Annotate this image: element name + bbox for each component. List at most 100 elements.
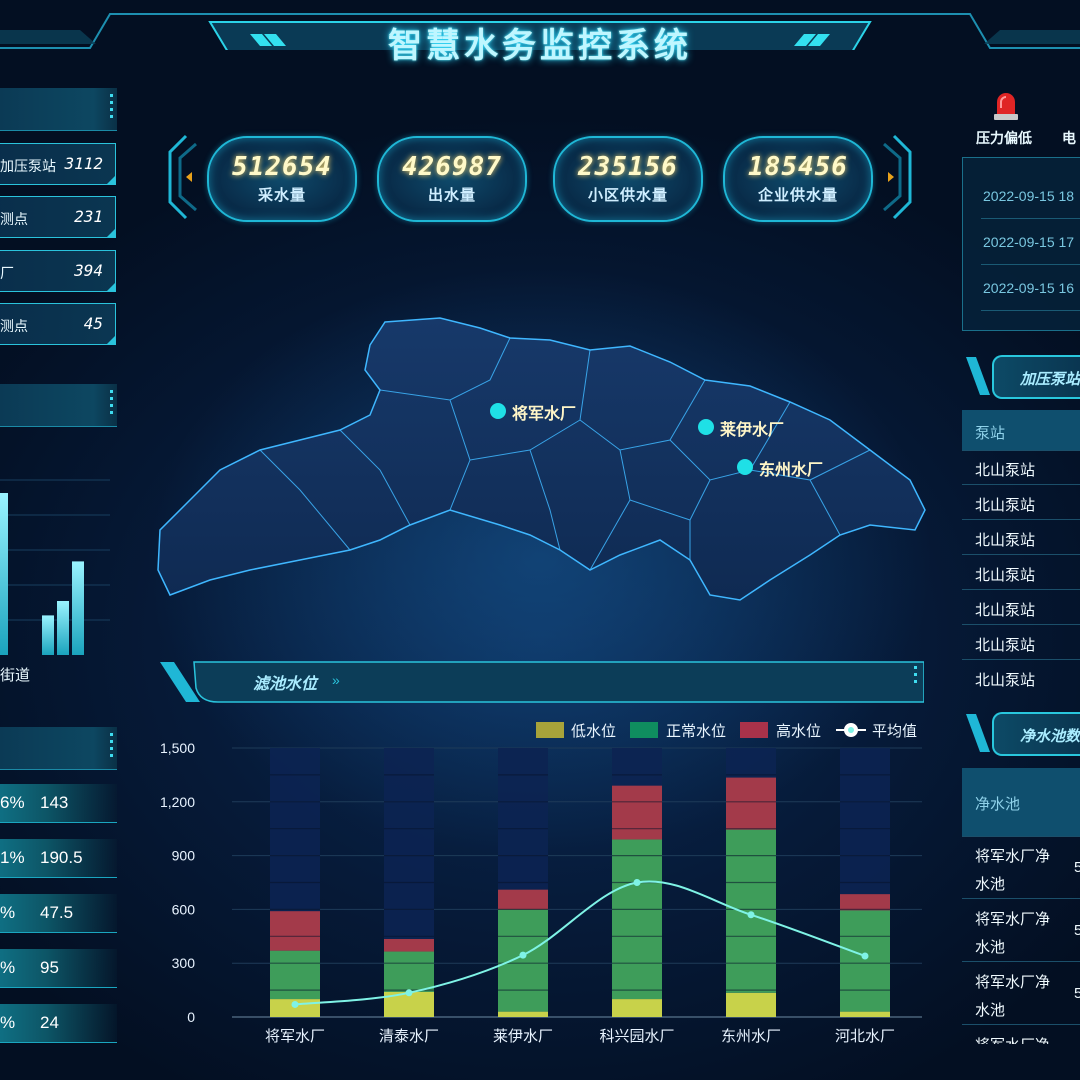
alarm-type-next[interactable]: 电 (1062, 128, 1076, 148)
pool-value: 5 (1074, 922, 1080, 939)
stats-next-button[interactable] (880, 132, 924, 222)
alarm-list[interactable]: 2022-09-15 18 2022-09-15 17 2022-09-15 1… (962, 157, 1080, 331)
bar-segment[interactable] (270, 950, 320, 1000)
bar-segment[interactable] (498, 909, 548, 1012)
y-tick-label: 300 (172, 955, 196, 971)
pool-name-line: 水池 (975, 1002, 1006, 1019)
table-row[interactable]: 将军水厂净 (962, 1025, 1080, 1044)
pool-panel-header: 净水池数 (962, 712, 1080, 756)
ratio-row[interactable]: % 95 (0, 949, 117, 988)
alarm-type-pressure-low[interactable]: 压力偏低 (976, 128, 1032, 148)
count-row[interactable]: 测点 231 (0, 196, 116, 238)
x-tick-label: 将军水厂 (265, 1028, 325, 1045)
bar-segment[interactable] (384, 951, 434, 992)
average-point[interactable] (633, 879, 641, 886)
count-row[interactable]: 测点 45 (0, 303, 116, 345)
ratio-pct: % (0, 1013, 16, 1032)
table-row[interactable]: 将军水厂净 水池 5 (962, 836, 1080, 899)
legend-label-low[interactable]: 低水位 (571, 720, 616, 741)
table-row[interactable]: 北山泵站 (962, 450, 1080, 485)
table-row[interactable]: 北山泵站 (962, 485, 1080, 520)
legend-label-avg[interactable]: 平均值 (872, 720, 917, 741)
corner-mark (107, 176, 115, 184)
stat-enterprise-supply: 185456 企业供水量 (723, 136, 873, 222)
corner-mark (107, 283, 115, 291)
y-tick-label: 900 (172, 848, 196, 864)
average-point[interactable] (747, 911, 755, 919)
average-line[interactable] (294, 880, 866, 1006)
bar-segment[interactable] (840, 1011, 890, 1017)
alarm-item[interactable]: 2022-09-15 18 (983, 188, 1074, 204)
x-tick-label: 河北水厂 (835, 1028, 895, 1045)
stat-intake-water: 512654 采水量 (207, 136, 357, 222)
bar-segment[interactable] (270, 911, 320, 951)
table-row[interactable]: 北山泵站 (962, 520, 1080, 555)
stats-prev-button[interactable] (156, 132, 200, 222)
pump-panel-header: 加压泵站 (962, 355, 1080, 399)
pool-name-line: 将军水厂净 (975, 911, 1051, 928)
table-row[interactable]: 北山泵站 (962, 660, 1080, 687)
ratio-row[interactable]: % 47.5 (0, 894, 117, 933)
bar-segment[interactable] (612, 999, 662, 1017)
bar-segment[interactable] (612, 785, 662, 840)
x-tick-label: 科兴园水厂 (599, 1028, 674, 1045)
count-row[interactable]: 厂 394 (0, 250, 116, 292)
average-point[interactable] (405, 989, 413, 997)
y-tick-label: 1,500 (160, 740, 195, 756)
divider (981, 218, 1080, 219)
bar-segment[interactable] (498, 1011, 548, 1017)
left-bar[interactable] (42, 615, 54, 655)
bar-segment[interactable] (384, 938, 434, 952)
left-bar[interactable] (72, 561, 84, 655)
bar-segment[interactable] (840, 894, 890, 911)
double-chevron-right-icon[interactable]: » (332, 672, 340, 688)
ratio-row[interactable]: % 24 (0, 1004, 117, 1043)
ratio-row[interactable]: 1% 190.5 (0, 839, 117, 878)
legend-swatch-normal (630, 722, 658, 738)
alarm-item[interactable]: 2022-09-15 16 (983, 280, 1074, 296)
pool-table[interactable]: 净水池 将军水厂净 水池 5 将军水厂净 水池 5 将军水厂净 水池 5 将军水… (962, 768, 1080, 1044)
pump-name: 北山泵站 (975, 532, 1036, 549)
x-tick-label: 莱伊水厂 (493, 1028, 553, 1045)
plant-marker-jiangjun[interactable] (490, 403, 506, 419)
y-tick-label: 1,200 (160, 794, 195, 810)
left-bar[interactable] (0, 493, 8, 655)
bar-segment[interactable] (726, 829, 776, 993)
legend-label-normal[interactable]: 正常水位 (666, 720, 726, 741)
water-level-chart[interactable]: 0 300 600 900 1,200 1,500 将军水厂 清泰水厂 莱伊水厂 科兴园水厂 东州水… (150, 740, 930, 1060)
table-row[interactable]: 北山泵站 (962, 555, 1080, 590)
pump-name: 北山泵站 (975, 672, 1036, 687)
bar-segment[interactable] (498, 889, 548, 910)
count-value: 3112 (64, 154, 103, 173)
chevron-left-icon (168, 134, 197, 220)
plant-label-jiangjun: 将军水厂 (512, 406, 577, 423)
bar-segment[interactable] (840, 910, 890, 1012)
average-point[interactable] (291, 1000, 299, 1008)
left-bar[interactable] (57, 601, 69, 655)
plant-marker-laiyi[interactable] (698, 419, 714, 435)
plant-marker-dongzhou[interactable] (737, 459, 753, 475)
average-point[interactable] (861, 952, 869, 960)
left-chart-category-label: 街道 (0, 667, 31, 684)
left-panel-header-1 (0, 88, 117, 131)
average-point[interactable] (519, 951, 527, 959)
ratio-value: 143 (40, 793, 69, 812)
bar-segment[interactable] (726, 777, 776, 830)
ratio-row[interactable]: 6% 143 (0, 784, 117, 823)
table-row[interactable]: 将军水厂净 水池 5 (962, 899, 1080, 962)
ratio-value: 190.5 (40, 848, 83, 867)
count-row[interactable]: 加压泵站 3112 (0, 143, 116, 185)
bar-segment[interactable] (726, 992, 776, 1017)
pump-name: 北山泵站 (975, 637, 1036, 654)
stat-label: 企业供水量 (757, 187, 838, 204)
stat-value: 426987 (402, 152, 502, 182)
table-row[interactable]: 将军水厂净 水池 5 (962, 962, 1080, 1025)
pump-table[interactable]: 泵站 北山泵站 北山泵站 北山泵站 北山泵站 北山泵站 北山泵站 北山泵站 (962, 410, 1080, 687)
bar-segment[interactable] (612, 839, 662, 1000)
legend-label-high[interactable]: 高水位 (776, 720, 821, 741)
alarm-item[interactable]: 2022-09-15 17 (983, 234, 1074, 250)
table-row[interactable]: 北山泵站 (962, 625, 1080, 660)
plant-label-dongzhou: 东州水厂 (759, 462, 824, 479)
table-row[interactable]: 北山泵站 (962, 590, 1080, 625)
ratio-pct: 1% (0, 848, 25, 867)
